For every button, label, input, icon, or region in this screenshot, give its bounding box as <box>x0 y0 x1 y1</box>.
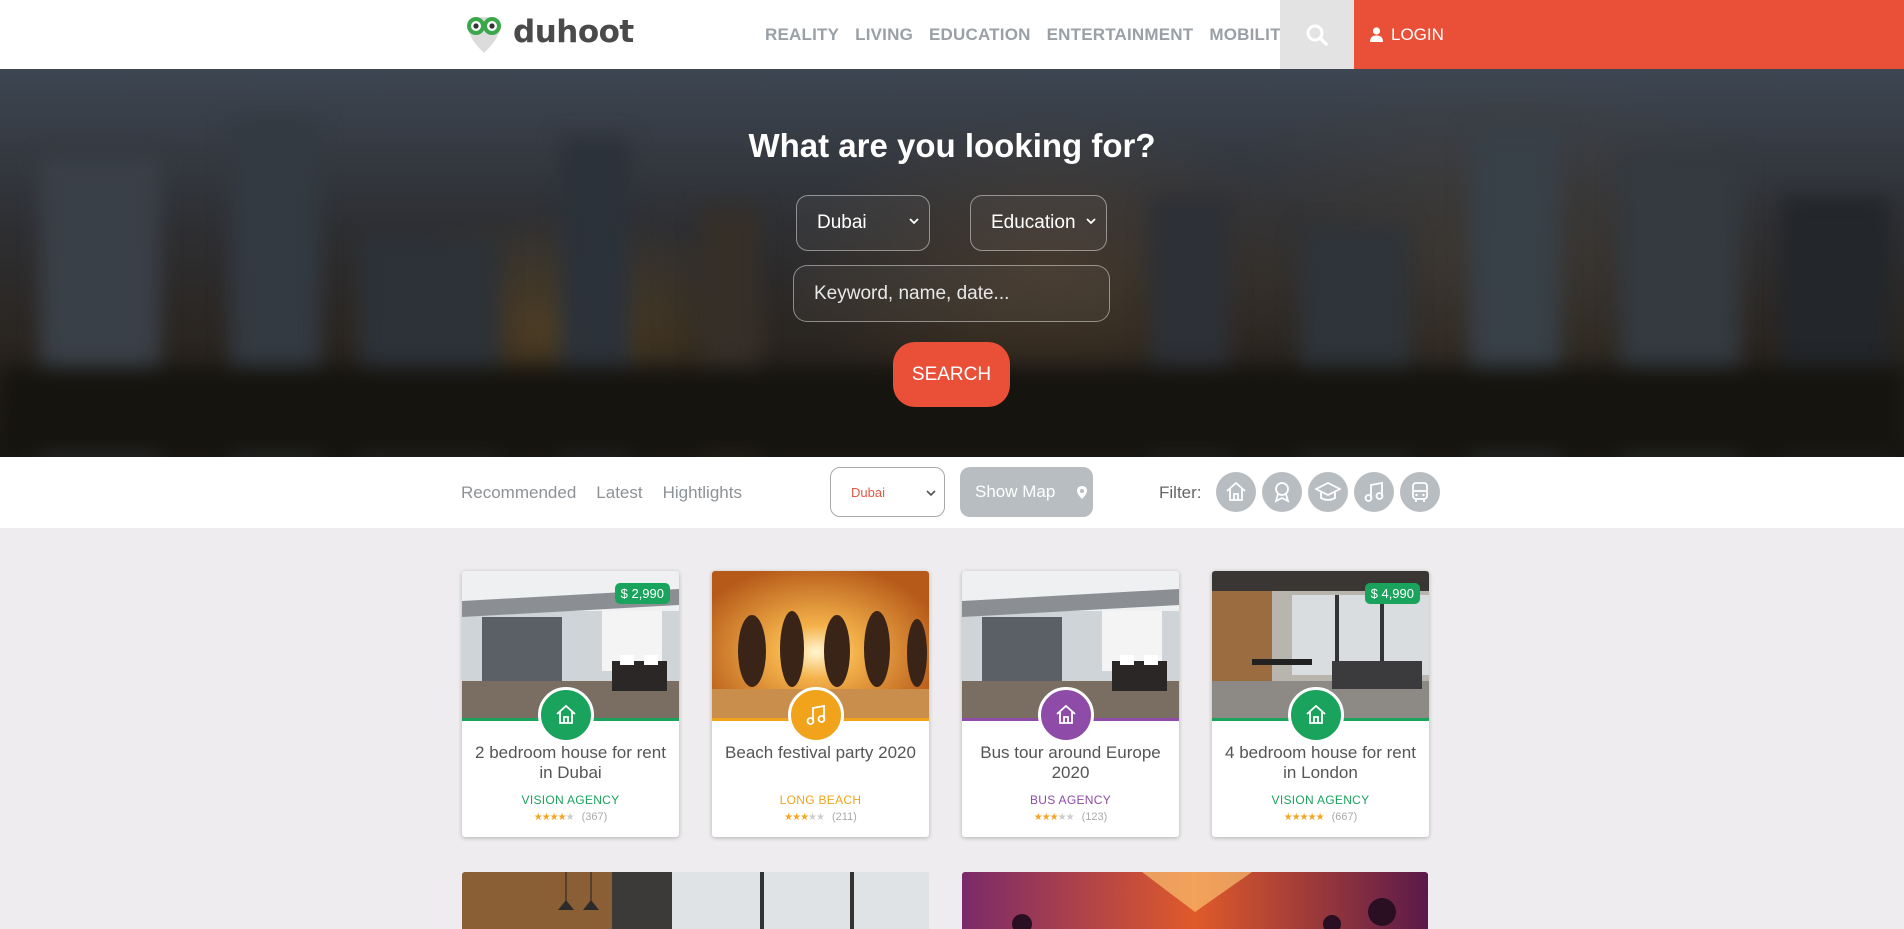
listing-tabs: Recommended Latest Hightlights <box>461 457 742 528</box>
card-rating: ★★★★★ (367) <box>462 811 679 823</box>
music-icon <box>806 704 826 725</box>
owl-logo-icon <box>467 17 501 53</box>
listing-card[interactable]: Bus tour around Europe 2020 BUS AGENCY ★… <box>962 571 1179 837</box>
main-nav: REALITY LIVING EDUCATION ENTERTAINMENT M… <box>765 0 1292 69</box>
graduation-cap-icon <box>1315 481 1341 501</box>
card-agency: LONG BEACH <box>779 793 862 807</box>
hero-city-select[interactable]: Dubai <box>796 195 930 251</box>
review-count: (211) <box>831 811 857 823</box>
filter-bus-button[interactable] <box>1400 472 1440 512</box>
hero-search-input[interactable]: Keyword, name, date... <box>793 265 1110 322</box>
review-count: (667) <box>1331 811 1358 823</box>
filter-city-select[interactable]: Dubai <box>830 467 945 517</box>
filter-music-button[interactable] <box>1354 472 1394 512</box>
show-map-label: Show Map <box>975 482 1056 501</box>
card-title: Bus tour around Europe 2020 <box>980 743 1161 782</box>
card-rating: ★★★★★ (211) <box>712 811 929 823</box>
show-map-button[interactable]: Show Map <box>960 467 1093 517</box>
chevron-down-icon <box>909 218 919 225</box>
price-badge: $ 2,990 <box>614 583 670 604</box>
chevron-down-icon <box>926 490 936 497</box>
home-icon <box>1056 704 1076 724</box>
card-agency: VISION AGENCY <box>521 793 620 807</box>
search-icon <box>1306 24 1328 46</box>
card-category-badge <box>788 687 844 743</box>
filter-education-button[interactable] <box>1308 472 1348 512</box>
hero-city-value: Dubai <box>817 212 867 233</box>
filter-icons <box>1216 472 1440 512</box>
nav-reality[interactable]: REALITY <box>765 25 839 45</box>
hero-title: What are you looking for? <box>748 127 1156 164</box>
star-rating: ★★★★★ <box>1033 811 1075 823</box>
nav-living[interactable]: LIVING <box>855 25 913 45</box>
review-count: (123) <box>1081 811 1108 823</box>
brand-name: duhoot <box>513 14 634 50</box>
music-icon <box>1364 481 1384 502</box>
header-search-button[interactable] <box>1280 0 1354 69</box>
filter-label: Filter: <box>1159 482 1202 502</box>
hero-category-value: Education <box>991 212 1076 233</box>
user-icon <box>1370 27 1383 42</box>
listing-card-image[interactable] <box>962 872 1428 929</box>
card-rating: ★★★★★ (123) <box>962 811 1179 823</box>
nav-entertainment[interactable]: ENTERTAINMENT <box>1047 25 1194 45</box>
site-header: duhoot REALITY LIVING EDUCATION ENTERTAI… <box>0 0 1904 69</box>
price-badge: $ 4,990 <box>1364 583 1420 604</box>
tab-highlights[interactable]: Hightlights <box>663 483 742 503</box>
star-rating: ★★★★★ <box>533 811 575 823</box>
hero-category-select[interactable]: Education <box>970 195 1107 251</box>
filter-bar: Recommended Latest Hightlights Dubai Sho… <box>0 457 1904 528</box>
bus-icon <box>1412 482 1428 502</box>
review-count: (367) <box>581 811 608 823</box>
logo[interactable]: duhoot <box>461 9 634 55</box>
card-agency: BUS AGENCY <box>1029 793 1112 807</box>
listing-card[interactable]: Beach festival party 2020 LONG BEACH ★★★… <box>712 571 929 837</box>
star-rating: ★★★★★ <box>784 811 825 823</box>
tab-latest[interactable]: Latest <box>596 483 642 503</box>
card-agency: VISION AGENCY <box>1271 793 1370 807</box>
filter-award-button[interactable] <box>1262 472 1302 512</box>
map-pin-icon <box>1077 485 1088 499</box>
hero-search-button[interactable]: SEARCH <box>893 342 1010 407</box>
card-rating: ★★★★★ (667) <box>1212 811 1429 823</box>
card-category-badge <box>538 687 594 743</box>
filter-home-button[interactable] <box>1216 472 1256 512</box>
listing-card-image[interactable] <box>462 872 929 929</box>
tab-recommended[interactable]: Recommended <box>461 483 576 503</box>
listing-card[interactable]: $ 2,990 2 bedroom house for rent in Duba… <box>462 571 679 837</box>
card-title: Beach festival party 2020 <box>725 743 916 762</box>
login-label: LOGIN <box>1391 24 1444 44</box>
home-icon <box>1306 704 1326 724</box>
card-category-badge <box>1038 687 1094 743</box>
star-rating: ★★★★★ <box>1283 811 1325 823</box>
hero-banner: What are you looking for? Dubai Educatio… <box>0 69 1904 457</box>
listing-card[interactable]: $ 4,990 4 bedroom house for rent in Lond… <box>1212 571 1429 837</box>
login-button[interactable]: LOGIN <box>1354 0 1904 69</box>
award-icon <box>1274 482 1290 503</box>
chevron-down-icon <box>1086 218 1096 225</box>
home-icon <box>556 704 576 724</box>
card-title: 4 bedroom house for rent in London <box>1225 743 1416 782</box>
card-title: 2 bedroom house for rent in Dubai <box>475 743 666 782</box>
card-category-badge <box>1288 687 1344 743</box>
nav-education[interactable]: EDUCATION <box>929 25 1031 45</box>
filter-city-value: Dubai <box>851 484 885 500</box>
home-icon <box>1226 481 1246 501</box>
